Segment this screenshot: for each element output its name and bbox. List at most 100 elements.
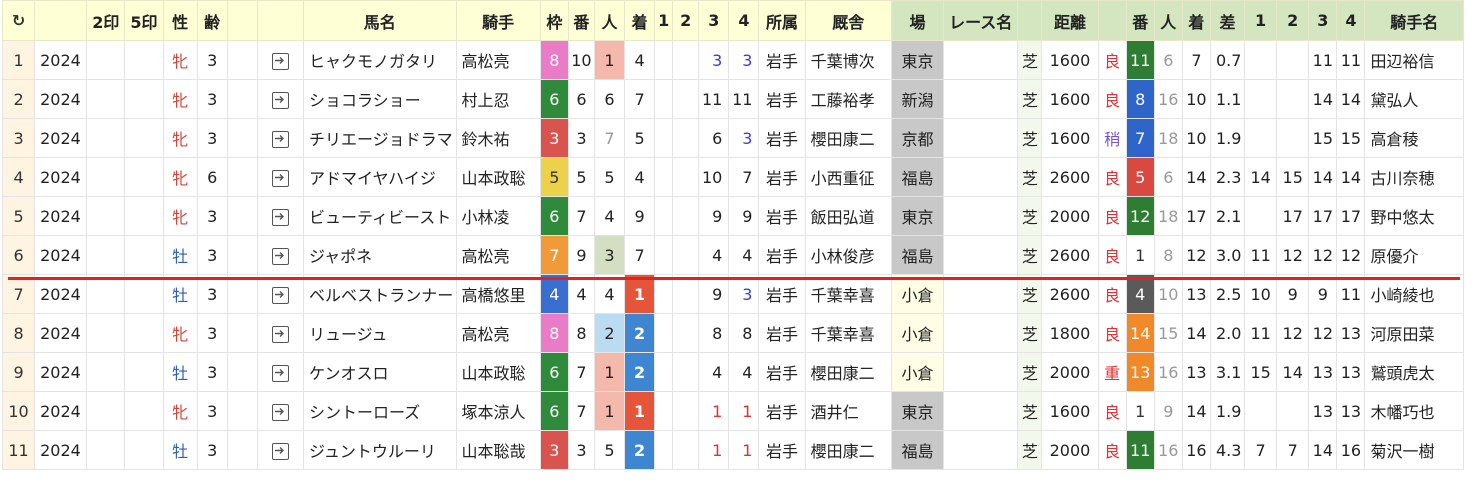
header-corner2[interactable]: 2 — [672, 0, 700, 41]
condition-cell: 良 — [1097, 79, 1127, 119]
header-track[interactable]: 場 — [890, 0, 945, 41]
mark5-cell[interactable] — [124, 79, 164, 119]
header-corner3[interactable]: 3 — [698, 0, 730, 41]
mark2-cell[interactable] — [86, 79, 126, 119]
header-pos1[interactable]: 1 — [1244, 0, 1278, 41]
table-row[interactable]: 11 2024 牡 3 ジュントウルーリ 山本聡哉 3 3 5 2 1 1 岩手 櫻田康二 福島芝 2000 良… — [1, 430, 1464, 470]
horse-name-cell[interactable]: ジャポネ — [302, 235, 457, 275]
header-corner1[interactable]: 1 — [654, 0, 674, 41]
mark2-cell[interactable] — [86, 352, 126, 392]
open-link-icon[interactable] — [271, 442, 289, 460]
open-link-cell[interactable] — [256, 430, 304, 470]
open-link-cell[interactable] — [256, 313, 304, 353]
header-mark5[interactable]: 5印 — [124, 0, 164, 41]
horse-name-cell[interactable]: ジュントウルーリ — [302, 430, 457, 470]
horse-name-cell[interactable]: ビューティビースト — [302, 196, 457, 236]
distance-cell: 2000 — [1041, 352, 1099, 392]
mark5-cell[interactable] — [124, 40, 164, 80]
open-link-cell[interactable] — [256, 157, 304, 197]
mark2-cell[interactable] — [86, 391, 126, 431]
number-cell: 9 — [567, 235, 595, 275]
header-finish[interactable]: 着 — [624, 0, 656, 41]
open-link-cell[interactable] — [256, 79, 304, 119]
table-row[interactable]: 7 2024 牡 3 ベルベストランナー 高橋悠里 4 4 4 1 9 3 岩手 千葉幸喜 小倉芝 2600 良… — [1, 274, 1464, 314]
header-pos2[interactable]: 2 — [1276, 0, 1310, 41]
horse-name-cell[interactable]: チリエージョドラマ — [302, 118, 457, 158]
header-age[interactable]: 齢 — [196, 0, 228, 41]
table-row[interactable]: 8 2024 牝 3 リュージュ 高松亮 8 8 2 2 8 8 岩手 千葉幸喜 小倉芝 1800 良 14 15 1… — [1, 313, 1464, 353]
table-row[interactable]: 9 2024 牡 3 ケンオスロ 山本政聡 6 7 1 2 4 4 岩手 櫻田康二 小倉芝 2000 重 13 16… — [1, 352, 1464, 392]
table-row[interactable]: 3 2024 牝 3 チリエージョドラマ 鈴木祐 3 3 7 5 6 3 岩手 櫻田康二 京都芝 1600 稍 7… — [1, 118, 1464, 158]
header-sex[interactable]: 性 — [162, 0, 198, 41]
horse-name-cell[interactable]: リュージュ — [302, 313, 457, 353]
mark5-cell[interactable] — [124, 157, 164, 197]
open-link-icon[interactable] — [271, 286, 289, 304]
open-link-cell[interactable] — [256, 196, 304, 236]
header-affiliation[interactable]: 所属 — [758, 0, 806, 41]
mark5-cell[interactable] — [124, 274, 164, 314]
mark2-cell[interactable] — [86, 118, 126, 158]
table-row[interactable]: 5 2024 牝 3 ビューティビースト 小林凌 6 7 4 9 9 9 岩手 飯田弘道 東京芝 2000 良 1… — [1, 196, 1464, 236]
mark5-cell[interactable] — [124, 352, 164, 392]
open-link-icon[interactable] — [271, 403, 289, 421]
header-horse-name[interactable]: 馬名 — [302, 0, 457, 41]
mark2-cell[interactable] — [86, 274, 126, 314]
horse-name-cell[interactable]: ベルベストランナー — [302, 274, 457, 314]
mark2-cell[interactable] — [86, 40, 126, 80]
table-row[interactable]: 4 2024 牝 6 アドマイヤハイジ 山本政聡 5 5 5 4 10 7 岩手 小西重征 福島芝 2600 良… — [1, 157, 1464, 197]
table-row[interactable]: 6 2024 牡 3 ジャポネ 高松亮 7 9 3 7 4 4 岩手 小林俊彦 福島芝 2600 良 1 8 12 3.… — [1, 235, 1464, 275]
header-popularity[interactable]: 人 — [593, 0, 626, 41]
header-stable[interactable]: 厩舎 — [804, 0, 892, 41]
open-link-icon[interactable] — [271, 130, 289, 148]
finish-cell: 4 — [624, 40, 656, 80]
open-link-icon[interactable] — [271, 325, 289, 343]
horse-name-cell[interactable]: シントーローズ — [302, 391, 457, 431]
mark2-cell[interactable] — [86, 430, 126, 470]
header-jockey-name[interactable]: 騎手名 — [1364, 0, 1464, 41]
open-link-icon[interactable] — [271, 91, 289, 109]
open-link-icon[interactable] — [271, 247, 289, 265]
table-row[interactable]: 10 2024 牝 3 シントーローズ 塚本涼人 6 7 1 1 1 1 岩手 酒井仁 東京芝 1600 良 1 9… — [1, 391, 1464, 431]
open-link-icon[interactable] — [271, 169, 289, 187]
mark5-cell[interactable] — [124, 118, 164, 158]
header-jockey[interactable]: 騎手 — [455, 0, 541, 41]
open-link-icon[interactable] — [271, 52, 289, 70]
mark5-cell[interactable] — [124, 430, 164, 470]
jockey-cell: 高橋悠里 — [455, 274, 541, 314]
open-link-cell[interactable] — [256, 235, 304, 275]
mark2-cell[interactable] — [86, 196, 126, 236]
table-row[interactable]: 1 2024 牝 3 ヒャクモノガタリ 高松亮 8 10 1 4 3 3 岩手 千葉博次 東京芝 1600 良 1… — [1, 40, 1464, 80]
open-link-cell[interactable] — [256, 274, 304, 314]
horse-name-cell[interactable]: ショコラショー — [302, 79, 457, 119]
mark2-cell[interactable] — [86, 313, 126, 353]
mark5-cell[interactable] — [124, 313, 164, 353]
open-link-cell[interactable] — [256, 40, 304, 80]
header-prev-popularity[interactable]: 人 — [1153, 0, 1183, 41]
horse-name-cell[interactable]: ケンオスロ — [302, 352, 457, 392]
mark5-cell[interactable] — [124, 196, 164, 236]
header-number[interactable]: 番 — [567, 0, 595, 41]
open-link-cell[interactable] — [256, 352, 304, 392]
refresh-icon[interactable]: ↻ — [1, 0, 36, 41]
header-pos4[interactable]: 4 — [1336, 0, 1366, 41]
header-margin[interactable]: 差 — [1209, 0, 1246, 41]
header-corner4[interactable]: 4 — [728, 0, 760, 41]
mark5-cell[interactable] — [124, 391, 164, 431]
header-waku[interactable]: 枠 — [539, 0, 569, 41]
horse-name-cell[interactable]: ヒャクモノガタリ — [302, 40, 457, 80]
mark2-cell[interactable] — [86, 235, 126, 275]
open-link-icon[interactable] — [271, 208, 289, 226]
open-link-cell[interactable] — [256, 118, 304, 158]
header-distance[interactable]: 距離 — [1041, 0, 1099, 41]
header-prev-finish[interactable]: 着 — [1181, 0, 1211, 41]
mark2-cell[interactable] — [86, 157, 126, 197]
open-link-cell[interactable] — [256, 391, 304, 431]
header-prev-number[interactable]: 番 — [1125, 0, 1155, 41]
horse-name-cell[interactable]: アドマイヤハイジ — [302, 157, 457, 197]
table-row[interactable]: 2 2024 牝 3 ショコラショー 村上忍 6 6 6 7 11 11 岩手 工藤裕孝 新潟芝 1600 良 8… — [1, 79, 1464, 119]
header-race-name[interactable]: レース名 — [943, 0, 1019, 41]
open-link-icon[interactable] — [271, 364, 289, 382]
header-mark2[interactable]: 2印 — [86, 0, 126, 41]
mark5-cell[interactable] — [124, 235, 164, 275]
header-pos3[interactable]: 3 — [1308, 0, 1338, 41]
